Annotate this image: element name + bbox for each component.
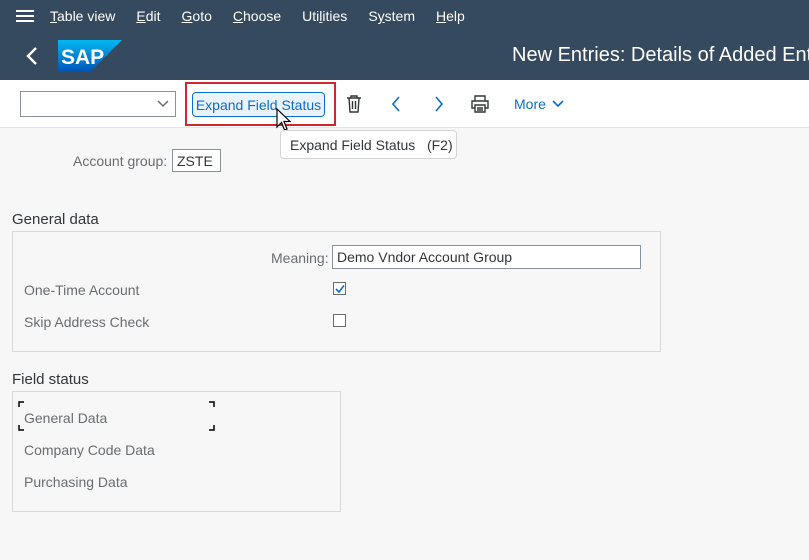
previous-button[interactable] [385, 93, 407, 115]
skip-address-check-label: Skip Address Check [24, 314, 150, 330]
delete-button[interactable] [343, 93, 365, 115]
menu-goto[interactable]: Goto [182, 8, 212, 24]
menu-choose[interactable]: Choose [233, 8, 281, 24]
print-icon [471, 95, 489, 113]
field-status-company-code-data[interactable]: Company Code Data [24, 442, 155, 458]
sap-logo: SAP [58, 40, 122, 71]
chevron-down-icon [157, 100, 169, 108]
more-button[interactable]: More [514, 96, 564, 112]
back-button[interactable] [20, 44, 44, 68]
hamburger-menu-icon[interactable] [0, 0, 50, 32]
account-group-field[interactable]: ZSTE [172, 149, 221, 172]
meaning-label: Meaning: [271, 250, 329, 266]
menu-utilities[interactable]: Utilities [302, 8, 347, 24]
more-label: More [514, 96, 546, 112]
field-status-title: Field status [12, 371, 89, 388]
shell-header: SAP New Entries: Details of Added Entrie… [0, 32, 809, 80]
chevron-down-icon [552, 100, 564, 108]
skip-address-check-checkbox[interactable] [333, 314, 346, 327]
page-title: New Entries: Details of Added Entries [512, 44, 809, 66]
chevron-left-icon [26, 47, 37, 65]
menu-bar: Table view Edit Goto Choose Utilities Sy… [0, 0, 809, 32]
menu-edit[interactable]: Edit [136, 8, 160, 24]
one-time-account-label: One-Time Account [24, 282, 140, 298]
print-button[interactable] [469, 93, 491, 115]
menu-help[interactable]: Help [436, 8, 465, 24]
menu-table-view[interactable]: Table view [50, 8, 115, 24]
checkmark-icon [335, 285, 345, 294]
meaning-field[interactable]: Demo Vndor Account Group [332, 245, 641, 269]
next-icon [435, 96, 444, 112]
tooltip: Expand Field Status (F2) [280, 130, 457, 159]
field-status-general-data[interactable]: General Data [24, 410, 107, 426]
field-status-purchasing-data[interactable]: Purchasing Data [24, 474, 128, 490]
next-button[interactable] [428, 93, 450, 115]
svg-text:SAP: SAP [61, 46, 104, 69]
account-group-label: Account group: [73, 153, 168, 169]
variant-dropdown[interactable] [20, 91, 176, 117]
menu-system[interactable]: System [368, 8, 415, 24]
previous-icon [391, 96, 400, 112]
general-data-title: General data [12, 211, 99, 228]
one-time-account-checkbox[interactable] [333, 282, 346, 295]
expand-field-status-button[interactable]: Expand Field Status [192, 92, 325, 117]
mouse-pointer-icon [276, 108, 292, 131]
delete-icon [347, 95, 361, 113]
